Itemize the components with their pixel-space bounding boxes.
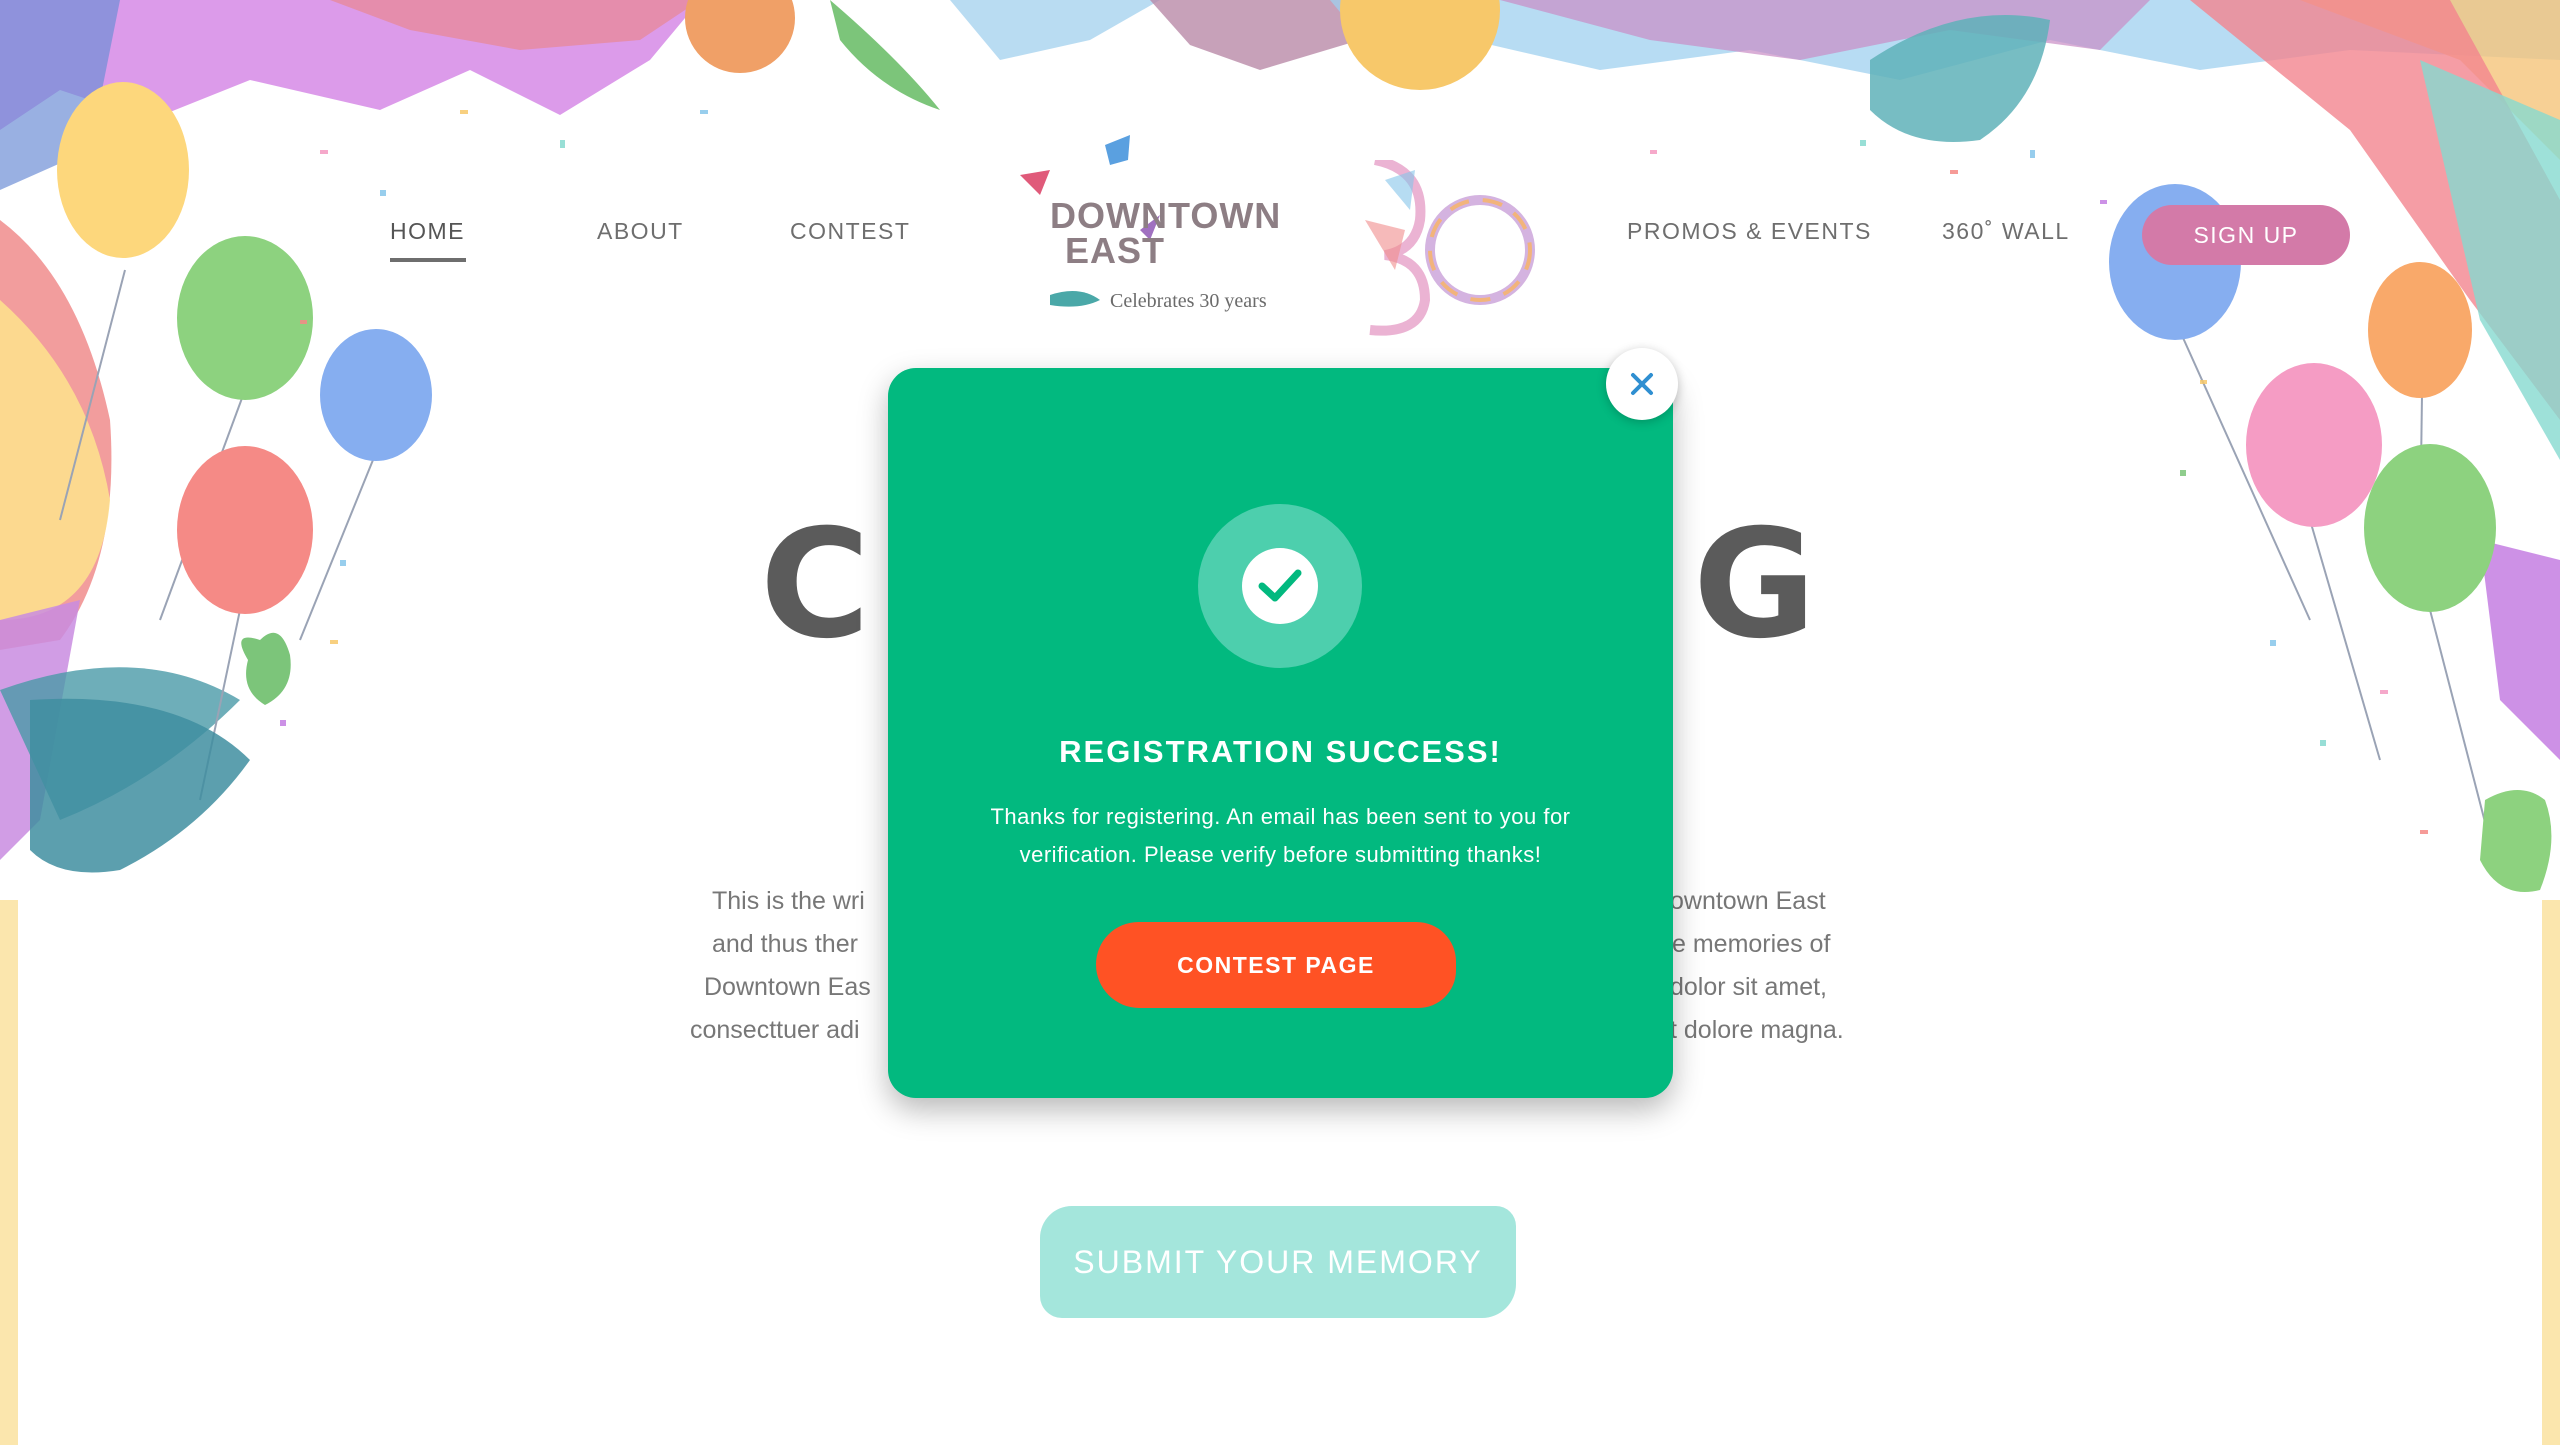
registration-success-modal: REGISTRATION SUCCESS! Thanks for registe…: [888, 368, 1673, 1098]
close-icon: [1631, 373, 1653, 395]
balloon-blue-left: [320, 329, 432, 461]
downtown-east-logo[interactable]: DOWNTOWN EAST Celebrates 30 years: [1010, 135, 1300, 325]
close-modal-button[interactable]: [1606, 348, 1678, 420]
hero-paragraph-left-1: This is the wri: [712, 887, 865, 915]
balloon-red-left: [177, 446, 313, 614]
orange-ball: [685, 0, 795, 73]
paint-stroke-right-teal: [2420, 60, 2560, 460]
paint-stroke-left-red: [0, 220, 112, 650]
paint-stroke-right-bottom: [2542, 900, 2560, 1445]
nav-contest[interactable]: CONTEST: [790, 218, 910, 245]
balloon-orange-right: [2368, 262, 2472, 398]
modal-message: Thanks for registering. An email has bee…: [990, 804, 1571, 867]
paint-stroke-top-purple: [0, 0, 700, 130]
nav-home-underline: [390, 258, 466, 262]
hero-paragraph-right-2: e memories of: [1672, 930, 1831, 958]
paint-stroke-left-teal: [0, 667, 240, 820]
yellow-ball: [1340, 0, 1500, 90]
anniversary-30-graphic: [1365, 160, 1535, 336]
logo-tagline: Celebrates 30 years: [1110, 290, 1267, 312]
hero-title-right: G: [1693, 498, 1817, 672]
check-circle: [1242, 548, 1318, 624]
nav-about[interactable]: ABOUT: [597, 218, 684, 245]
balloon-green-right: [2364, 444, 2496, 612]
contest-page-button[interactable]: CONTEST PAGE: [1096, 922, 1456, 1008]
paint-stroke-left-purple: [0, 600, 80, 860]
paint-stroke-top-red: [330, 0, 700, 50]
paint-stroke-left-blue: [0, 0, 120, 190]
nav-360-wall[interactable]: 360˚ WALL: [1942, 218, 2070, 245]
heart-green-right: [2480, 790, 2552, 892]
nav-home[interactable]: HOME: [390, 218, 465, 245]
success-badge: [1198, 504, 1362, 668]
submit-memory-button[interactable]: SUBMIT YOUR MEMORY: [1040, 1206, 1516, 1318]
balloon-yellow-left: [57, 82, 189, 258]
paint-stroke-right-purple: [2480, 540, 2560, 760]
nav-promos-events[interactable]: PROMOS & EVENTS: [1627, 218, 1872, 245]
paint-stroke-left-yellow: [0, 300, 110, 620]
signup-button[interactable]: SIGN UP: [2142, 205, 2350, 265]
paint-stroke-top-pink: [1500, 0, 2150, 60]
hero-paragraph-right-4: t dolore magna.: [1670, 1016, 1844, 1044]
monstera-leaf-right: [1870, 15, 2050, 142]
paint-stroke-top-orange: [2300, 0, 2560, 160]
balloon-pink-right: [2246, 363, 2382, 527]
hero-paragraph-right-1: owntown East: [1670, 887, 1826, 915]
hero-paragraph-left-3: Downtown Eas: [704, 973, 871, 1001]
logo-line-2: EAST: [1065, 230, 1166, 271]
monstera-leaf-left: [30, 698, 250, 873]
hero-paragraph-left-4: consecttuer adi: [690, 1016, 860, 1044]
green-leaf-top: [830, 0, 940, 110]
hero-paragraph-left-2: and thus ther: [712, 930, 858, 958]
heart-green-left: [241, 632, 291, 705]
hero-title-left: C: [760, 498, 871, 672]
paint-stroke-left-bottom: [0, 900, 18, 1445]
modal-title: REGISTRATION SUCCESS!: [1059, 734, 1502, 769]
paint-stroke-top-right: [1330, 0, 2560, 80]
balloon-green-left: [177, 236, 313, 400]
hero-paragraph-right-3: dolor sit amet,: [1670, 973, 1828, 1001]
paint-stroke-top-mauve: [1150, 0, 1400, 70]
check-icon: [1258, 569, 1302, 602]
paint-stroke-top-blue: [950, 0, 1160, 60]
